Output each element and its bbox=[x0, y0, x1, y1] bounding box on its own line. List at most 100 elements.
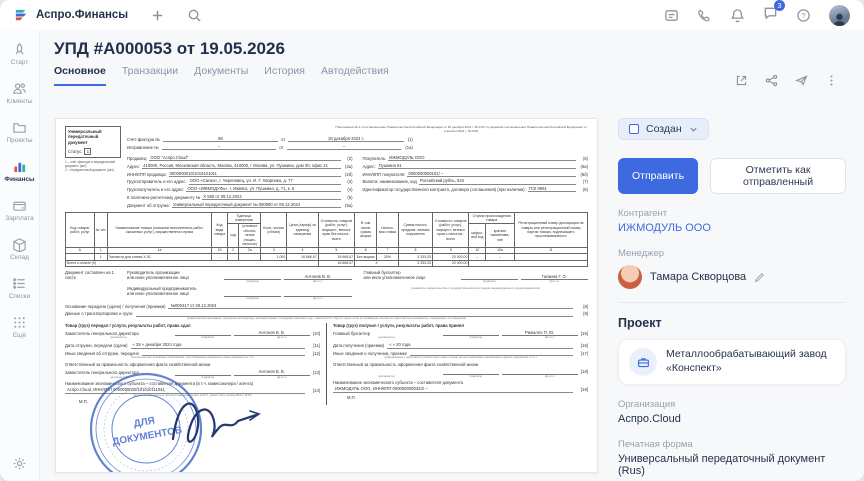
tab-autoactions[interactable]: Автодействия bbox=[321, 65, 389, 86]
doc-field: Продавец: ООО "Аспро.Cloud" (2) bbox=[127, 154, 353, 162]
send-button[interactable]: Отправить bbox=[618, 158, 699, 194]
tab-documents[interactable]: Документы bbox=[194, 65, 248, 86]
svg-text:?: ? bbox=[801, 11, 805, 20]
project-card[interactable]: Металлообрабатывающий завод «Конспект» bbox=[618, 339, 846, 385]
document-preview[interactable]: Универсальный передаточный документ Стат… bbox=[55, 118, 598, 473]
doc-field: Адрес: Пушкина 51 (6а) bbox=[362, 162, 588, 169]
mark-sent-button[interactable]: Отметить как отправленный bbox=[710, 158, 846, 194]
sidebar-item-label: Финансы bbox=[4, 176, 35, 183]
sidebar-item-label: Старт bbox=[10, 59, 29, 66]
doc-status-label: Статус: bbox=[68, 148, 83, 154]
sidebar-item-start[interactable]: Старт bbox=[0, 42, 40, 66]
sidebar: Старт Клиенты Проекты Финансы Зарплата С… bbox=[0, 30, 40, 481]
title-actions bbox=[735, 74, 838, 87]
tab-main[interactable]: Основное bbox=[54, 65, 106, 86]
contractor-link[interactable]: ИЖМОДУЛЬ ООО bbox=[618, 222, 846, 234]
doc-transport-caption: (транспортная накладная, поручение экспе… bbox=[186, 315, 467, 320]
tab-history[interactable]: История bbox=[264, 65, 305, 86]
divider bbox=[618, 302, 846, 303]
gear-icon bbox=[13, 457, 26, 470]
doc-field: Валюта: наименование, код Российский руб… bbox=[362, 178, 588, 185]
edit-pencil-icon[interactable] bbox=[754, 272, 765, 283]
doc-field: К платежно-расчетному документу № X 550 … bbox=[127, 194, 353, 201]
handwritten-signature bbox=[171, 402, 261, 443]
app-brand[interactable]: Аспро.Финансы bbox=[14, 8, 128, 23]
grid-dots-icon bbox=[14, 317, 25, 328]
print-form-value: Универсальный передаточный документ (Rus… bbox=[618, 453, 826, 477]
app-logo-icon bbox=[15, 9, 27, 20]
topbar: Аспро.Финансы 3 ? bbox=[0, 0, 864, 30]
doc-director-sign: Руководитель организации или иное уполном… bbox=[127, 270, 352, 300]
sidebar-item-label: Зарплата bbox=[5, 215, 34, 222]
lists-icon bbox=[13, 278, 25, 289]
doc-field: Грузополучатель и его адрес: ООО «ИЖМОДУ… bbox=[127, 186, 353, 193]
send-icon[interactable] bbox=[795, 74, 808, 87]
search-icon[interactable] bbox=[187, 8, 202, 23]
doc-composed-note: Документ составлен на 1 листе bbox=[65, 269, 115, 281]
doc-field: Грузоотправитель и его адрес: ООО «Сапка… bbox=[127, 178, 353, 185]
briefcase-icon bbox=[629, 348, 657, 376]
kebab-menu-icon[interactable] bbox=[825, 74, 838, 87]
doc-table-totals-row: Всего к оплате (9) 16 666,67 X 3 333,33 … bbox=[65, 259, 588, 267]
app-window: Аспро.Финансы 3 ? Старт Клиенты Проекты … bbox=[0, 0, 864, 481]
doc-field: ИНН/КПП продавца: 0000000010/1010101011 … bbox=[127, 170, 353, 177]
project-name: Металлообрабатывающий завод «Конспект» bbox=[666, 348, 827, 374]
manager-avatar[interactable] bbox=[618, 265, 642, 289]
print-form-label: Печатная форма bbox=[618, 439, 693, 450]
status-label: Создан bbox=[646, 123, 682, 135]
share-icon[interactable] bbox=[765, 74, 778, 87]
doc-field: Документ об отгрузке: Универсальный пере… bbox=[127, 201, 353, 209]
sidebar-item-label: Списки bbox=[8, 293, 31, 300]
doc-field: ИНН/КПП покупателя: 0000000000101/ – (6б… bbox=[362, 170, 588, 177]
notes-icon[interactable] bbox=[664, 8, 679, 23]
project-label: Проект bbox=[618, 316, 662, 330]
projects-icon bbox=[13, 123, 26, 133]
phone-icon[interactable] bbox=[697, 8, 712, 23]
manager-label: Менеджер bbox=[618, 248, 665, 259]
doc-accountant-sign: Главный бухгалтер или иное уполномоченное… bbox=[364, 270, 588, 300]
sidebar-item-label: Проекты bbox=[6, 137, 33, 144]
user-avatar[interactable] bbox=[829, 4, 850, 26]
contractor-label: Контрагент bbox=[618, 208, 668, 219]
org-label: Организация bbox=[618, 399, 676, 410]
doc-sig-left: Товар (груз) передал / услуги, результат… bbox=[65, 323, 320, 405]
sidebar-item-clients[interactable]: Клиенты bbox=[0, 81, 40, 105]
sidebar-item-more[interactable]: Ещё bbox=[0, 315, 40, 339]
rocket-icon bbox=[15, 43, 24, 55]
page-title: УПД #A000053 от 19.05.2026 bbox=[54, 39, 285, 58]
status-dropdown[interactable]: Создан bbox=[618, 118, 709, 140]
doc-field: Адрес: 410000, Россия, Московская област… bbox=[127, 162, 353, 169]
sidebar-item-projects[interactable]: Проекты bbox=[0, 120, 40, 144]
sidebar-item-warehouse[interactable]: Склад bbox=[0, 237, 40, 261]
doc-invoice-row: Счёт-фактура № 96 от 20 декабря 2024 г. … bbox=[127, 135, 413, 142]
details-panel: Создан Отправить Отметить как отправленн… bbox=[618, 118, 854, 481]
manager-name: Тамара Скворцова bbox=[650, 271, 747, 283]
doc-appendix-note: Приложение № 1 к постановлению Правитель… bbox=[335, 125, 587, 133]
doc-correction-row: Исправление № – от – (1а) bbox=[127, 143, 413, 151]
doc-status-value: 1 bbox=[84, 147, 92, 155]
doc-seller-fields: Продавец: ООО "Аспро.Cloud" (2) Адрес: 4… bbox=[127, 153, 353, 209]
doc-status-notes: 1 – счёт-фактура и передаточный документ… bbox=[65, 159, 115, 172]
bell-icon[interactable] bbox=[730, 8, 745, 23]
doc-form-title: Универсальный передаточный документ bbox=[68, 129, 102, 145]
sidebar-item-label: Склад bbox=[10, 254, 29, 261]
help-icon[interactable]: ? bbox=[796, 8, 811, 23]
doc-field: Покупатель: ИЖМОДУЛЬ ООО (6) bbox=[362, 154, 588, 162]
add-icon[interactable] bbox=[150, 8, 165, 23]
open-external-icon[interactable] bbox=[735, 74, 748, 87]
sidebar-item-finance[interactable]: Финансы bbox=[0, 159, 40, 183]
doc-buyer-fields: Покупатель: ИЖМОДУЛЬ ООО (6) Адрес: Пушк… bbox=[362, 153, 588, 208]
chat-button[interactable]: 3 bbox=[763, 0, 785, 25]
sidebar-item-label: Ещё bbox=[12, 332, 27, 339]
user-avatar-silhouette bbox=[833, 13, 846, 26]
sidebar-item-salary[interactable]: Зарплата bbox=[0, 198, 40, 222]
doc-sig-right: Товар (груз) получил / услуги, результат… bbox=[326, 323, 588, 405]
sidebar-item-lists[interactable]: Списки bbox=[0, 276, 40, 300]
chevron-down-icon bbox=[690, 127, 697, 132]
status-checkbox-icon bbox=[629, 124, 639, 134]
chat-badge: 3 bbox=[774, 0, 785, 11]
settings-button[interactable] bbox=[0, 456, 40, 471]
tab-transactions[interactable]: Транзакции bbox=[122, 65, 178, 86]
clients-icon bbox=[13, 83, 27, 94]
svg-text:ДЛЯ ДОКУМЕНТОВ: ДЛЯ ДОКУМЕНТОВ bbox=[109, 411, 183, 448]
